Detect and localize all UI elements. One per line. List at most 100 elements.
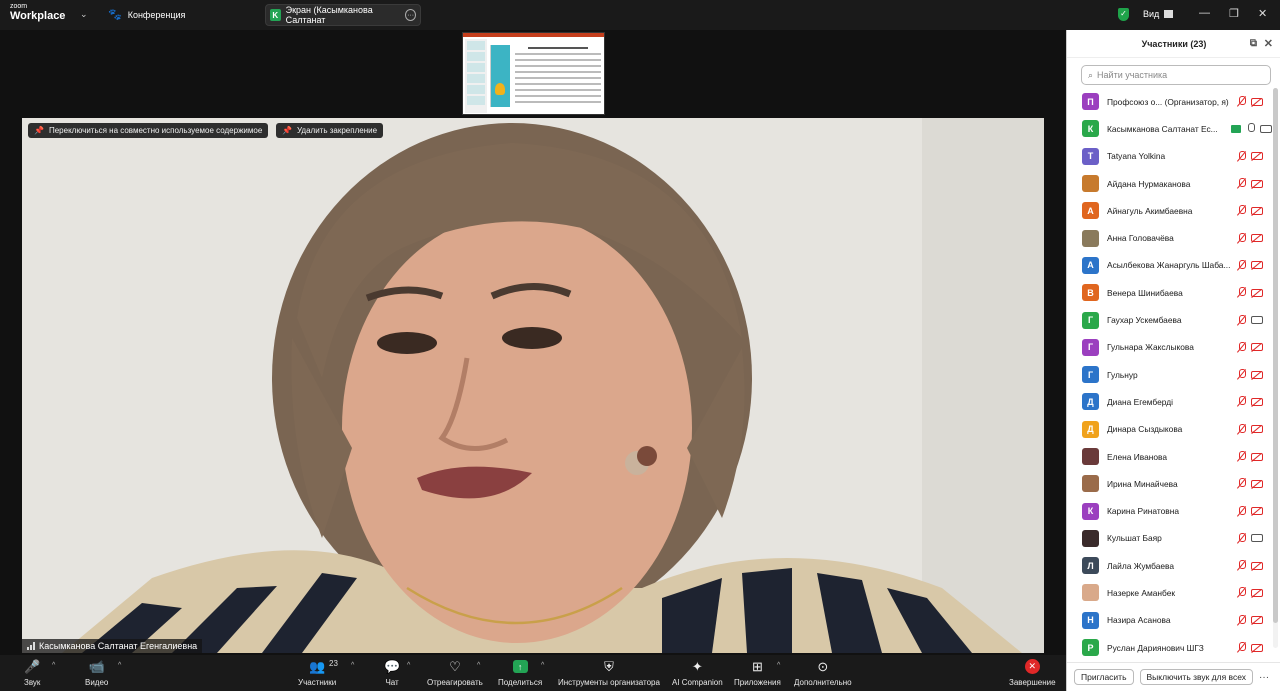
- ai-companion-button[interactable]: ✦ AI Companion: [672, 658, 723, 688]
- search-input[interactable]: [1097, 70, 1258, 80]
- participant-row[interactable]: Д Динара Сыздыкова: [1067, 416, 1272, 443]
- share-button[interactable]: ↑ Поделиться: [498, 658, 542, 687]
- video-options-caret-icon[interactable]: ^: [118, 662, 121, 669]
- video-button[interactable]: 📹 Видео: [85, 658, 108, 688]
- share-icon: ↑: [512, 658, 528, 675]
- minimize-icon[interactable]: —: [1199, 7, 1210, 19]
- maximize-icon[interactable]: ❐: [1229, 7, 1239, 20]
- close-panel-icon[interactable]: ✕: [1264, 37, 1273, 50]
- mic-muted-icon: [1237, 614, 1246, 626]
- participant-scrollbar[interactable]: [1273, 88, 1278, 648]
- chevron-down-icon[interactable]: ⌄: [80, 9, 88, 20]
- participant-search[interactable]: ⌕: [1081, 65, 1271, 85]
- popout-icon[interactable]: ⧉: [1250, 38, 1257, 49]
- participant-row[interactable]: К Карина Ринатовна: [1067, 497, 1272, 524]
- participant-row[interactable]: Н Назира Асанова: [1067, 607, 1272, 634]
- ai-label: AI Companion: [672, 678, 723, 687]
- panel-footer: Пригласить Выключить звук для всех ···: [1067, 662, 1280, 691]
- avatar: Р: [1082, 639, 1099, 657]
- more-icon: ⊙: [817, 658, 829, 674]
- mic-muted-icon: [1237, 560, 1246, 571]
- participant-row[interactable]: Ирина Минайчева: [1067, 470, 1272, 497]
- unpin-label: Удалить закрепление: [296, 126, 378, 135]
- participant-row[interactable]: В Венера Шинибаева: [1067, 279, 1272, 306]
- chat-caret-icon[interactable]: ^: [407, 662, 410, 669]
- camera-off-icon: [1251, 561, 1263, 570]
- camera-off-icon: [1251, 97, 1263, 106]
- participant-row[interactable]: Г Гульнур: [1067, 361, 1272, 388]
- end-button[interactable]: ✕ Завершение: [1009, 658, 1056, 687]
- mic-muted-icon: [1237, 232, 1246, 244]
- more-options-icon[interactable]: ···: [405, 9, 417, 21]
- title-bar: zoom Workplace ⌄ 🐾 Конференция K Экран (…: [0, 0, 1280, 30]
- host-tools-button[interactable]: ⛨ Инструменты организатора: [558, 658, 660, 688]
- slide-ribbon: [463, 33, 604, 37]
- camera-icon: [1260, 124, 1272, 133]
- avatar: П: [1082, 93, 1099, 111]
- chat-icon: 💬: [384, 658, 401, 674]
- mic-muted-icon: [1237, 259, 1246, 271]
- switch-to-shared-content-button[interactable]: 📌 Переключиться на совместно используемо…: [28, 123, 269, 138]
- mic-muted-icon: [1237, 642, 1246, 653]
- participant-row[interactable]: Анна Головачёва: [1067, 224, 1272, 251]
- avatar: [1082, 229, 1099, 247]
- participant-row[interactable]: П Профсоюз о... (Организатор, я): [1067, 88, 1272, 115]
- audio-button[interactable]: 🎤 Звук: [24, 658, 40, 688]
- participant-row[interactable]: T Tatyana Yolkina: [1067, 143, 1272, 170]
- video-stage: 📌 Переключиться на совместно используемо…: [0, 30, 1066, 655]
- more-button[interactable]: ⊙ Дополнительно: [794, 658, 852, 688]
- camera-off-icon: [1251, 643, 1263, 652]
- security-shield-icon[interactable]: ✓: [1118, 8, 1129, 21]
- apps-caret-icon[interactable]: ^: [777, 662, 780, 669]
- shared-content-thumbnail[interactable]: [462, 32, 605, 115]
- shared-screen-tab[interactable]: K Экран (Касымканова Салтанат ···: [265, 4, 421, 26]
- participant-status: [1231, 123, 1272, 134]
- participant-name: Елена Иванова: [1107, 451, 1168, 462]
- chat-button[interactable]: 💬 Чат: [384, 658, 401, 688]
- apps-label: Приложения: [734, 678, 781, 687]
- apps-button[interactable]: ⊞ Приложения: [734, 658, 781, 688]
- speaker-video[interactable]: 📌 Переключиться на совместно используемо…: [22, 118, 1044, 653]
- zoom-logo: zoom Workplace: [10, 3, 65, 22]
- meeting-menu[interactable]: 🐾 Конференция: [108, 8, 185, 21]
- participant-status: [1237, 505, 1263, 517]
- participant-row[interactable]: Д Диана Егемберді: [1067, 388, 1272, 415]
- participant-row[interactable]: А Асылбекова Жанаргуль Шаба...: [1067, 252, 1272, 279]
- audio-options-caret-icon[interactable]: ^: [52, 662, 55, 669]
- participant-row[interactable]: Р Руслан Дариянович ШГЗ: [1067, 634, 1272, 658]
- participant-row[interactable]: Кульшат Баяр: [1067, 525, 1272, 552]
- camera-off-icon: [1251, 152, 1263, 161]
- participant-status: [1237, 150, 1263, 162]
- participant-row[interactable]: Назерке Аманбек: [1067, 579, 1272, 606]
- participant-row[interactable]: Л Лайла Жумбаева: [1067, 552, 1272, 579]
- participants-caret-icon[interactable]: ^: [351, 662, 354, 669]
- react-button[interactable]: ♡ Отреагировать: [427, 658, 483, 688]
- mic-muted-icon: [1237, 150, 1246, 162]
- participant-row[interactable]: Г Гаухар Ускембаева: [1067, 306, 1272, 333]
- unpin-button[interactable]: 📌 Удалить закрепление: [276, 123, 384, 138]
- mute-all-button[interactable]: Выключить звук для всех: [1139, 669, 1254, 685]
- more-icon[interactable]: ···: [1259, 672, 1269, 683]
- participant-row[interactable]: Елена Иванова: [1067, 443, 1272, 470]
- react-caret-icon[interactable]: ^: [477, 662, 480, 669]
- close-icon[interactable]: ✕: [1258, 7, 1267, 20]
- camera-off-icon: 📹: [88, 658, 105, 674]
- participant-name: Руслан Дариянович ШГЗ: [1107, 642, 1204, 653]
- invite-button[interactable]: Пригласить: [1074, 669, 1134, 685]
- participant-name: Профсоюз о... (Организатор, я): [1107, 96, 1229, 107]
- participant-status: [1237, 532, 1263, 544]
- participant-row[interactable]: А Айнагуль Акимбаевна: [1067, 197, 1272, 224]
- participant-status: [1237, 642, 1263, 653]
- participant-row[interactable]: К Касымканова Салтанат Ес...: [1067, 115, 1272, 142]
- view-button[interactable]: Вид: [1143, 9, 1174, 19]
- avatar: Н: [1082, 611, 1099, 629]
- scrollbar-thumb[interactable]: [1273, 88, 1278, 623]
- participant-row[interactable]: Айдана Нурмаканова: [1067, 170, 1272, 197]
- camera-off-icon: [1251, 616, 1263, 625]
- share-caret-icon[interactable]: ^: [541, 662, 544, 669]
- zoom-window: zoom Workplace ⌄ 🐾 Конференция K Экран (…: [0, 0, 1280, 691]
- participant-row[interactable]: Г Гульнара Жакслыкова: [1067, 334, 1272, 361]
- participant-status: [1237, 259, 1263, 271]
- avatar: Г: [1082, 366, 1099, 384]
- avatar: T: [1082, 147, 1099, 165]
